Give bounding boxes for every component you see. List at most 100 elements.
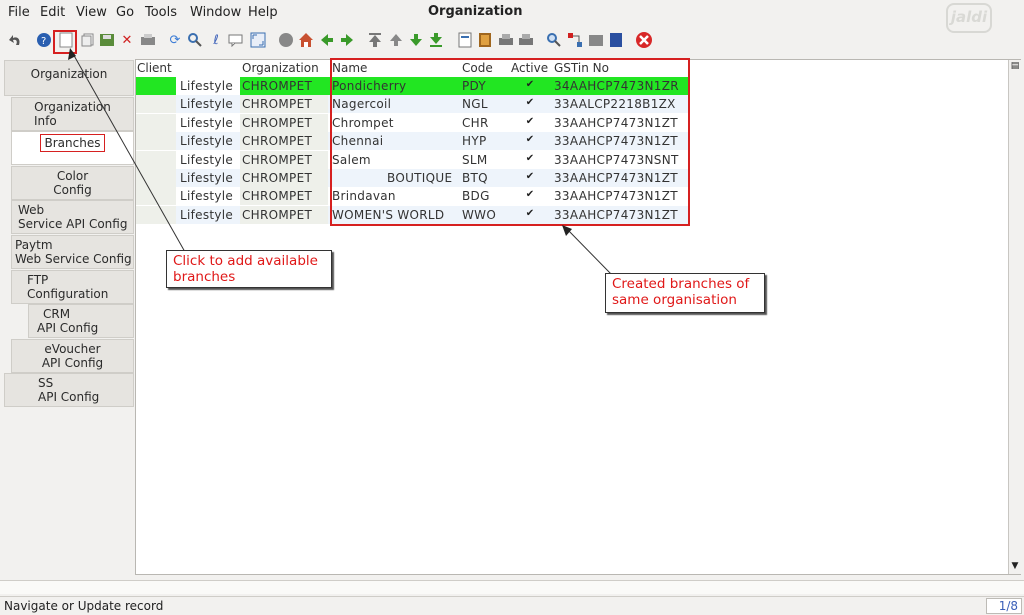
find-icon[interactable] [185,30,205,50]
cell-org[interactable]: CHROMPET [242,79,312,93]
report-icon[interactable] [455,30,475,50]
print-icon-2[interactable] [516,30,536,50]
table-row[interactable]: Lifestyle CHROMPET WOMEN'S WORLD WWO 33AAHCP… [136,205,692,224]
cell-gstin[interactable]: 33AAHCP7473N1ZT [554,208,678,222]
cell-name[interactable]: Brindavan [332,189,396,203]
cell-name[interactable]: Salem [332,153,371,167]
tab-evoucher-api-config[interactable]: eVoucher API Config [11,339,134,373]
active-checkbox[interactable]: ✔ [525,172,535,182]
table-row[interactable]: Lifestyle CHROMPET Salem SLM 33AAHCP7473NSNT… [136,150,692,169]
active-checkbox[interactable]: ✔ [525,80,535,90]
table-row[interactable]: Lifestyle CHROMPET Chennai HYP 33AAHCP7473N1… [136,132,692,151]
delete-icon[interactable]: ✕ [117,30,137,50]
table-row[interactable]: Lifestyle CHROMPET BOUTIQUE BTQ 33AAHCP7473N… [136,169,692,187]
active-checkbox[interactable]: ✔ [525,153,535,164]
cell-name[interactable]: Chennai [332,134,383,148]
last-record-icon[interactable] [426,30,446,50]
cell-code[interactable]: BDG [462,189,490,203]
cell-code[interactable]: SLM [462,153,488,167]
copy-icon[interactable] [78,30,98,50]
menu-window[interactable]: Window [190,5,241,20]
cell-code[interactable]: BTQ [462,171,488,185]
cell-org[interactable]: CHROMPET [242,208,312,222]
cell-code[interactable]: PDY [462,79,486,93]
column-header-gstin[interactable]: GSTin No [554,61,609,75]
cell-name[interactable]: BOUTIQUE [387,171,452,185]
exit-icon[interactable] [634,30,654,50]
cell-gstin[interactable]: 33AAHCP7473N1ZT [554,189,678,203]
tab-branches[interactable]: Branches [11,131,134,165]
table-row[interactable]: Lifestyle CHROMPET Chrompet CHR 33AAHCP7473N… [136,113,692,132]
menu-tools[interactable]: Tools [145,5,177,20]
cell-code[interactable]: HYP [462,134,487,148]
column-header-code[interactable]: Code [462,61,493,75]
tab-ss-api-config[interactable]: SS API Config [4,373,134,407]
request-icon[interactable] [586,30,606,50]
cell-client[interactable]: Lifestyle [180,116,233,130]
workflow-icon[interactable] [565,30,585,50]
cell-gstin[interactable]: 33AAHCP7473NSNT [554,153,679,167]
active-checkbox[interactable]: ✔ [525,190,535,200]
menu-file[interactable]: File [8,5,30,20]
tab-ftp-configuration[interactable]: FTP Configuration [11,270,134,304]
menu-view[interactable]: View [76,5,107,20]
cell-code[interactable]: CHR [462,116,489,130]
cell-gstin[interactable]: 33AAHCP7473N1ZT [554,134,678,148]
cell-org[interactable]: CHROMPET [242,97,312,111]
cell-client[interactable]: Lifestyle [180,208,233,222]
table-row[interactable]: Lifestyle CHROMPET Pondicherry PDY 34AAHCP74… [136,77,692,95]
tab-crm-api-config[interactable]: CRM API Config [28,304,134,338]
first-record-icon[interactable] [365,30,385,50]
chat-icon[interactable] [226,30,246,50]
table-row[interactable]: Lifestyle CHROMPET Brindavan BDG 33AAHCP7473… [136,187,692,206]
vertical-scrollbar[interactable]: ▤ ▼ [1008,60,1021,574]
history-icon[interactable] [276,30,296,50]
cell-client[interactable]: Lifestyle [180,189,233,203]
cell-code[interactable]: NGL [462,97,488,111]
print-icon[interactable] [138,30,158,50]
save-icon[interactable] [97,30,117,50]
tab-color-config[interactable]: Color Config [11,166,134,200]
undo-icon[interactable] [6,30,26,50]
previous-record-icon[interactable] [386,30,406,50]
archive-icon[interactable] [475,30,495,50]
menu-edit[interactable]: Edit [40,5,65,20]
tab-paytm-web-service-config[interactable]: Paytm Web Service Config [11,235,134,269]
cell-org[interactable]: CHROMPET [242,171,312,185]
forward-icon[interactable] [337,30,357,50]
refresh-icon[interactable]: ⟳ [165,30,185,50]
grid-menu-icon[interactable]: ▤ [1009,60,1021,72]
zoom-across-icon[interactable] [544,30,564,50]
product-info-icon[interactable] [606,30,626,50]
menu-help[interactable]: Help [248,5,278,20]
active-checkbox[interactable]: ✔ [525,135,535,145]
cell-gstin[interactable]: 33AALCP2218B1ZX [554,97,676,111]
new-record-icon[interactable] [56,30,76,50]
column-header-client[interactable]: Client [137,61,172,75]
cell-gstin[interactable]: 33AAHCP7473N1ZT [554,116,678,130]
cell-client[interactable]: Lifestyle [180,79,233,93]
cell-org[interactable]: CHROMPET [242,134,312,148]
tab-web-service-api-config[interactable]: Web Service API Config [11,200,134,234]
active-checkbox[interactable]: ✔ [525,208,535,219]
table-row[interactable]: Lifestyle CHROMPET Nagercoil NGL 33AALCP2218… [136,95,692,114]
cell-client[interactable]: Lifestyle [180,153,233,167]
expand-icon[interactable] [248,30,268,50]
print-preview-icon[interactable] [496,30,516,50]
menu-go[interactable]: Go [116,5,134,20]
cell-org[interactable]: CHROMPET [242,153,312,167]
cell-gstin[interactable]: 34AAHCP7473N1ZR [554,79,679,93]
cell-client[interactable]: Lifestyle [180,171,233,185]
cell-gstin[interactable]: 33AAHCP7473N1ZT [554,171,678,185]
help-icon[interactable]: ? [34,30,54,50]
home-icon[interactable] [296,30,316,50]
active-checkbox[interactable]: ✔ [525,116,535,127]
cell-name[interactable]: Pondicherry [332,79,406,93]
column-header-name[interactable]: Name [332,61,367,75]
attachment-icon[interactable]: ℓ [206,30,226,50]
record-count[interactable]: 1/8 [986,598,1022,614]
active-checkbox[interactable]: ✔ [525,98,535,108]
back-icon[interactable] [317,30,337,50]
tab-organization-info[interactable]: Organization Info [11,97,134,131]
cell-client[interactable]: Lifestyle [180,97,233,111]
